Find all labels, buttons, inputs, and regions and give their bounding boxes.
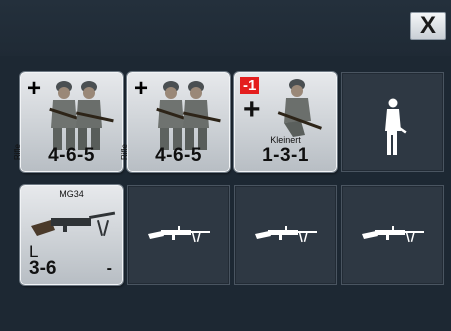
unit-stack-panel: X + Rifle 4-6-5 + Rifle 4-6-5 -1 + Klein… xyxy=(0,0,451,331)
machine-gun-silhouette-icon xyxy=(362,226,424,243)
soldier-pair-art xyxy=(156,81,221,150)
empty-unit-slot[interactable] xyxy=(341,72,444,172)
squad-counter-1[interactable]: + Rifle 4-6-5 xyxy=(13,72,123,172)
unit-stats: 4-6-5 xyxy=(48,145,95,166)
close-icon: X xyxy=(419,12,436,39)
soldier-pair-art xyxy=(49,81,114,150)
empty-weapon-slot[interactable] xyxy=(234,185,337,285)
leader-counter[interactable]: -1 + Kleinert 1-3-1 xyxy=(234,72,337,172)
machine-gun-silhouette-icon xyxy=(148,226,210,243)
weapon-counter-mg34[interactable]: MG34 L 3-6 - xyxy=(20,185,123,285)
close-button[interactable]: X xyxy=(410,12,446,40)
leader-name: Kleinert xyxy=(270,135,301,145)
unit-stats: 1-3-1 xyxy=(262,145,309,166)
weapon-stats: 3-6 xyxy=(29,258,57,279)
weapon-extra: - xyxy=(106,260,112,277)
machine-gun-silhouette-icon xyxy=(255,226,317,243)
soldier-silhouette-icon xyxy=(385,98,407,155)
unit-stats: 4-6-5 xyxy=(155,145,202,166)
empty-weapon-slot[interactable] xyxy=(341,185,444,285)
empty-weapon-slot[interactable] xyxy=(127,185,230,285)
panel-header xyxy=(0,0,451,56)
squad-counter-2[interactable]: + Rifle 4-6-5 xyxy=(120,72,230,172)
